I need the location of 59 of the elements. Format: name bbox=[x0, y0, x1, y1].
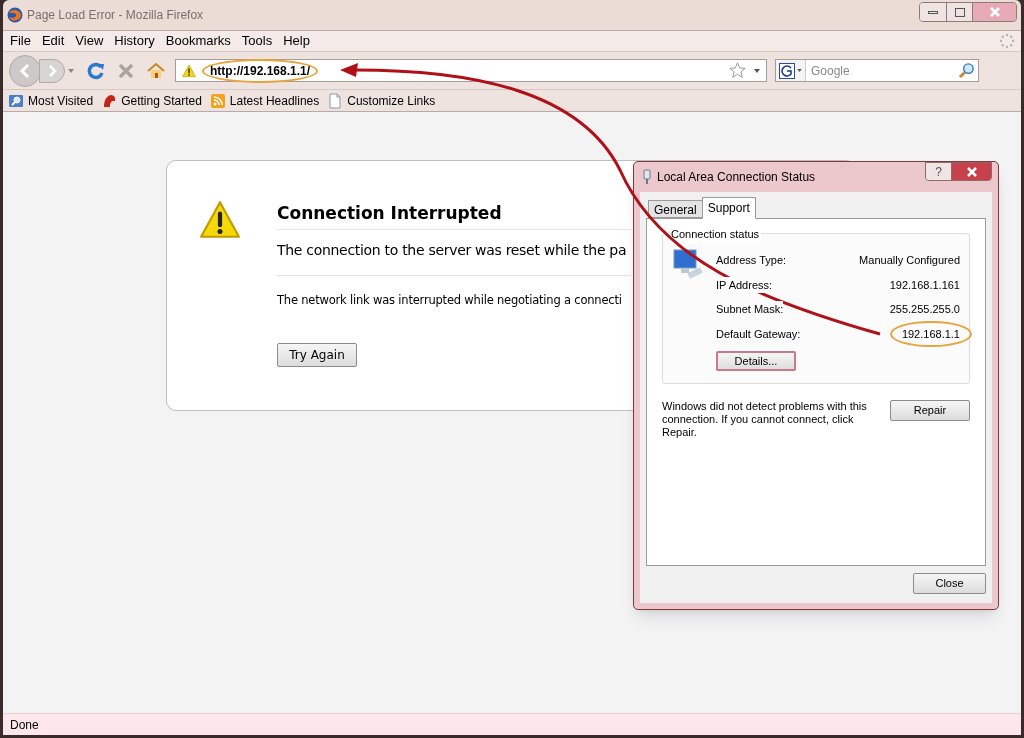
field-value: 192.168.1.1 bbox=[891, 322, 970, 345]
close-icon bbox=[965, 166, 978, 177]
menu-item[interactable]: View bbox=[71, 31, 108, 51]
home-icon bbox=[147, 61, 165, 80]
field-label: IP Address: bbox=[716, 276, 773, 293]
status-text: Done bbox=[10, 716, 39, 734]
url-text: http://192.168.1.1/ bbox=[204, 60, 317, 81]
error-title: Connection Interrupted bbox=[277, 199, 631, 230]
menu-item[interactable]: Edit bbox=[37, 31, 69, 51]
close-button[interactable] bbox=[972, 3, 1016, 21]
back-button[interactable] bbox=[9, 54, 41, 87]
caret-icon bbox=[68, 68, 74, 73]
close-button[interactable] bbox=[951, 163, 991, 180]
repair-button[interactable]: Repair bbox=[889, 400, 970, 421]
caret-icon[interactable] bbox=[754, 68, 760, 73]
help-button[interactable]: ? bbox=[926, 163, 951, 180]
search-engine-icon[interactable] bbox=[779, 62, 795, 79]
menu-item[interactable]: File bbox=[6, 31, 35, 51]
caret-icon[interactable] bbox=[797, 69, 802, 72]
dialog-title: Local Area Connection Status bbox=[657, 169, 816, 186]
menu-item[interactable]: Bookmarks bbox=[161, 31, 235, 51]
status-message: Windows did not detect problems with this connection. If you cannot connect, click Repair. bbox=[662, 400, 868, 439]
search-field[interactable]: Google bbox=[775, 59, 979, 82]
field-value: 255.255.255.0 bbox=[888, 302, 961, 317]
forward-button[interactable] bbox=[39, 58, 65, 83]
dialog-tab[interactable]: General bbox=[648, 200, 702, 218]
page-icon bbox=[327, 92, 344, 109]
error-details: The network link was interrupted while negotiating a connecti bbox=[277, 291, 623, 309]
details-button[interactable]: Details... bbox=[716, 351, 796, 371]
bookmark-item[interactable]: Most Visited bbox=[8, 91, 94, 110]
menu-item[interactable]: Help bbox=[279, 31, 314, 51]
close-icon bbox=[988, 7, 1001, 17]
address-bar[interactable]: http://192.168.1.1/ bbox=[175, 59, 767, 82]
globe-icon bbox=[7, 7, 23, 23]
minimize-button[interactable] bbox=[920, 3, 946, 21]
dialog-tab[interactable]: Support bbox=[701, 197, 756, 219]
star-icon[interactable] bbox=[729, 62, 746, 79]
network-plug-icon bbox=[642, 169, 652, 185]
search-input[interactable]: Google bbox=[806, 61, 958, 80]
network-computer-icon bbox=[672, 248, 704, 280]
field-value: 192.168.1.161 bbox=[888, 277, 961, 293]
warning-icon bbox=[199, 199, 241, 241]
stop-icon bbox=[117, 61, 135, 80]
bookmark-item[interactable]: Customize Links bbox=[327, 91, 436, 110]
bookmark-item[interactable]: Getting Started bbox=[101, 91, 202, 110]
field-value: Manually Configured bbox=[858, 253, 961, 268]
try-again-button[interactable]: Try Again bbox=[277, 342, 357, 367]
magnifier-folder-icon bbox=[8, 92, 24, 109]
reload-icon bbox=[87, 61, 105, 80]
maximize-button[interactable] bbox=[946, 3, 972, 21]
error-description: The connection to the server was reset while the pa bbox=[277, 239, 631, 276]
warning-icon bbox=[182, 63, 196, 78]
menu-item[interactable]: Tools bbox=[237, 31, 277, 51]
dialog-close-button[interactable]: Close bbox=[913, 573, 986, 594]
window-title: Page Load Error - Mozilla Firefox bbox=[27, 7, 204, 24]
rss-feed-icon bbox=[209, 92, 226, 109]
menu-item[interactable]: History bbox=[110, 31, 159, 51]
search-icon[interactable] bbox=[958, 62, 975, 79]
bookmark-item[interactable]: Latest Headlines bbox=[209, 91, 320, 110]
